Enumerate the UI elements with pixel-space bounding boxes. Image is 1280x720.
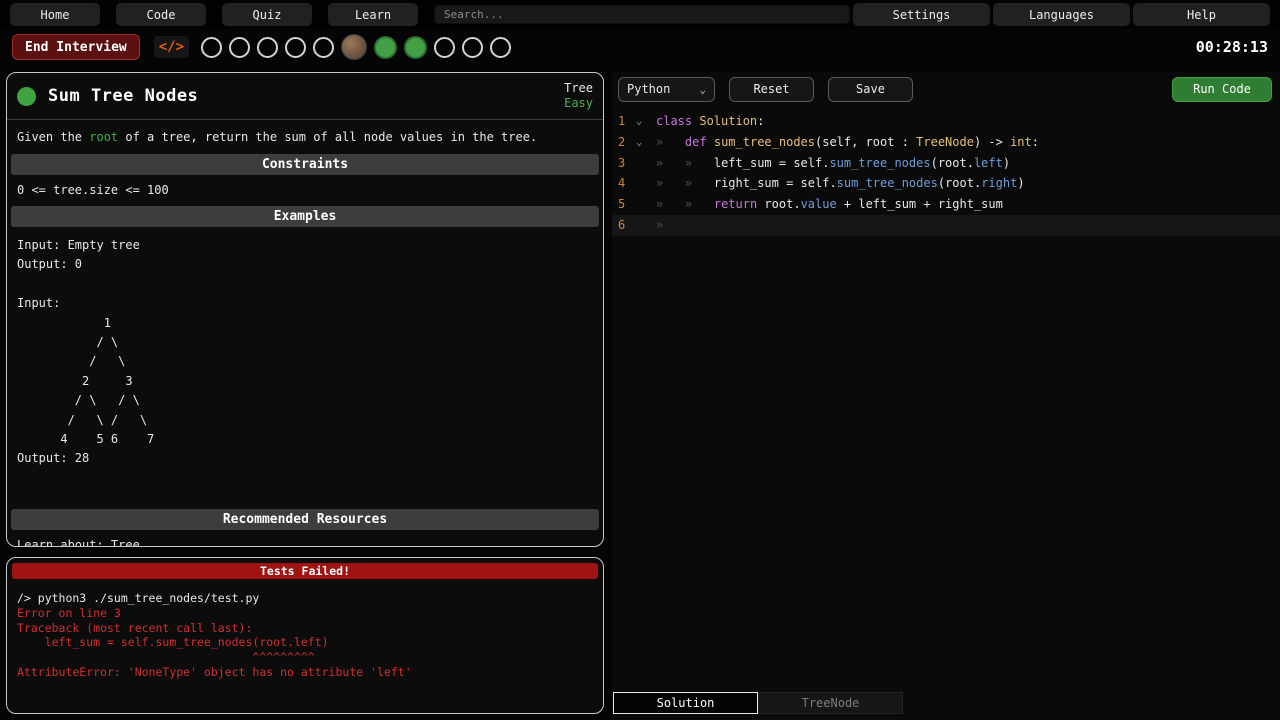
console-line: left_sum = self.sum_tree_nodes(root.left… <box>17 635 593 650</box>
code-text: » » right_sum = self.sum_tree_nodes(root… <box>648 173 1280 194</box>
chevron-down-icon: ⌄ <box>699 83 706 96</box>
code-text: » » return root.value + left_sum + right… <box>648 194 1280 215</box>
description-segment: Given the <box>17 130 89 144</box>
code-line[interactable]: 1⌄class Solution: <box>612 111 1280 132</box>
line-number: 6 <box>612 215 630 236</box>
interview-timer: 00:28:13 <box>1196 38 1268 56</box>
fold-chevron-icon[interactable]: ⌄ <box>630 111 648 132</box>
progress-circle-empty[interactable] <box>313 37 334 58</box>
code-line[interactable]: 3 » » left_sum = self.sum_tree_nodes(root… <box>612 153 1280 174</box>
resources-header: Recommended Resources <box>11 509 599 530</box>
nav-tab-languages[interactable]: Languages <box>993 3 1130 26</box>
nav-tab-quiz[interactable]: Quiz <box>222 3 312 26</box>
code-line[interactable]: 4 » » right_sum = self.sum_tree_nodes(roo… <box>612 173 1280 194</box>
problem-title: Sum Tree Nodes <box>48 86 198 106</box>
code-line[interactable]: 2⌄» def sum_tree_nodes(self, root : Tree… <box>612 132 1280 153</box>
code-text: class Solution: <box>648 111 1280 132</box>
line-number: 2 <box>612 132 630 153</box>
problem-header: Sum Tree Nodes Tree Easy <box>7 73 603 120</box>
nav-tab-settings[interactable]: Settings <box>853 3 990 26</box>
code-line[interactable]: 5 » » return root.value + left_sum + righ… <box>612 194 1280 215</box>
run-code-button[interactable]: Run Code <box>1172 77 1272 102</box>
save-button[interactable]: Save <box>828 77 913 102</box>
progress-circle-done[interactable] <box>374 36 397 59</box>
problem-panel: Sum Tree Nodes Tree Easy Given the root … <box>6 72 604 547</box>
resource-link[interactable]: Learn about: Tree <box>7 530 150 547</box>
code-editor-panel: Python ⌄ Reset Save Run Code 1⌄class Sol… <box>612 72 1280 720</box>
fold-spacer <box>630 173 648 194</box>
avatar[interactable] <box>341 34 367 60</box>
examples-block: Input: Empty tree Output: 0 Input: 1 / \… <box>7 236 603 469</box>
progress-circle-empty[interactable] <box>229 37 250 58</box>
tests-failed-banner: Tests Failed! <box>12 563 598 579</box>
console-line: Error on line 3 <box>17 606 593 621</box>
fold-chevron-icon[interactable]: ⌄ <box>630 132 648 153</box>
top-navbar: Home Code Quiz Learn Settings Languages … <box>0 0 1280 29</box>
fold-spacer <box>630 194 648 215</box>
console-line: Traceback (most recent call last): <box>17 621 593 636</box>
description-segment: of a tree, return the sum of all node va… <box>118 130 537 144</box>
code-brackets-icon: </> <box>154 36 189 58</box>
code-text: » » left_sum = self.sum_tree_nodes(root.… <box>648 153 1280 174</box>
fold-spacer <box>630 215 648 236</box>
examples-header: Examples <box>11 206 599 227</box>
editor-tabs: Solution TreeNode <box>613 692 903 714</box>
progress-circle-empty[interactable] <box>201 37 222 58</box>
tab-treenode[interactable]: TreeNode <box>758 692 903 714</box>
code-line[interactable]: 6» <box>612 215 1280 236</box>
code-lines[interactable]: 1⌄class Solution:2⌄» def sum_tree_nodes(… <box>612 111 1280 236</box>
line-number: 3 <box>612 153 630 174</box>
tab-solution[interactable]: Solution <box>613 692 758 714</box>
console-output: /> python3 ./sum_tree_nodes/test.pyError… <box>7 584 603 687</box>
console-line: /> python3 ./sum_tree_nodes/test.py <box>17 591 593 606</box>
nav-tab-code[interactable]: Code <box>116 3 206 26</box>
progress-circle-empty[interactable] <box>490 37 511 58</box>
progress-circle-empty[interactable] <box>434 37 455 58</box>
nav-tab-home[interactable]: Home <box>10 3 100 26</box>
code-text: » <box>648 215 1280 236</box>
progress-circle-empty[interactable] <box>462 37 483 58</box>
nav-tab-learn[interactable]: Learn <box>328 3 418 26</box>
problem-description: Given the root of a tree, return the sum… <box>7 120 603 145</box>
language-select-value: Python <box>627 82 670 96</box>
problem-meta: Tree Easy <box>564 81 593 111</box>
line-number: 5 <box>612 194 630 215</box>
progress-circle-empty[interactable] <box>257 37 278 58</box>
search-input[interactable] <box>434 5 850 24</box>
nav-tab-help[interactable]: Help <box>1133 3 1270 26</box>
description-segment: root <box>89 130 118 144</box>
interview-toolbar: End Interview </> 00:28:13 <box>0 29 1280 65</box>
progress-circles <box>201 34 511 60</box>
console-line: AttributeError: 'NoneType' object has no… <box>17 665 593 680</box>
constraint-text: 0 <= tree.size <= 100 <box>7 175 603 197</box>
reset-button[interactable]: Reset <box>729 77 814 102</box>
status-dot-icon <box>17 87 36 106</box>
fold-spacer <box>630 153 648 174</box>
code-text: » def sum_tree_nodes(self, root : TreeNo… <box>648 132 1280 153</box>
line-number: 4 <box>612 173 630 194</box>
end-interview-button[interactable]: End Interview <box>12 34 140 60</box>
editor-toolbar: Python ⌄ Reset Save Run Code <box>618 76 1272 102</box>
constraints-header: Constraints <box>11 154 599 175</box>
problem-difficulty: Easy <box>564 96 593 111</box>
line-number: 1 <box>612 111 630 132</box>
language-select[interactable]: Python ⌄ <box>618 77 715 102</box>
progress-circle-done[interactable] <box>404 36 427 59</box>
console-line: ^^^^^^^^^ <box>17 650 593 665</box>
progress-circle-empty[interactable] <box>285 37 306 58</box>
problem-category: Tree <box>564 81 593 96</box>
tests-panel: Tests Failed! /> python3 ./sum_tree_node… <box>6 557 604 714</box>
